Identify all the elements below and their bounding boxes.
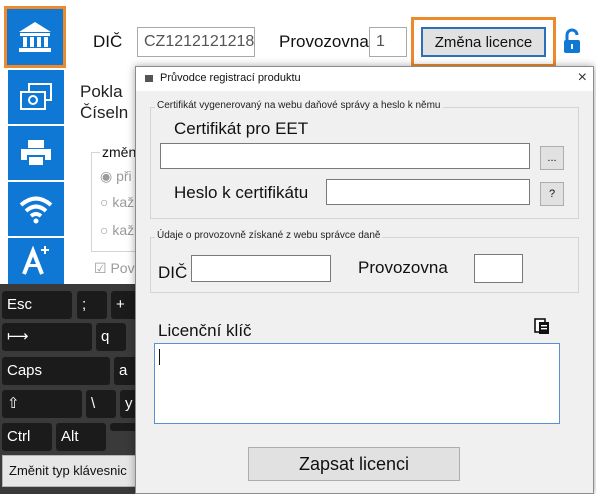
- license-key-textarea[interactable]: [154, 343, 560, 424]
- dialog-title: Průvodce registrací produktu: [160, 72, 301, 84]
- key-backslash[interactable]: \: [86, 390, 116, 418]
- wifi-icon: [19, 194, 53, 224]
- bank-button[interactable]: [4, 6, 66, 68]
- bg-checkbox[interactable]: ☑ Pov: [94, 260, 135, 277]
- key-alt[interactable]: Alt: [56, 423, 106, 451]
- dialog-titlebar: Průvodce registrací produktu ×: [136, 67, 593, 91]
- shift-icon: ⇧: [7, 395, 20, 412]
- cash-register-icon: [19, 82, 53, 112]
- radio-option-1[interactable]: ◉ při: [100, 168, 132, 185]
- certificate-group-legend: Certifikát vygenerovaný na webu daňové s…: [155, 100, 443, 111]
- provozovna-label: Provozovna: [279, 32, 369, 51]
- bg-text-pokladna: Pokla: [80, 82, 123, 101]
- font-size-button[interactable]: [8, 238, 64, 284]
- bg-text-ciselna: Číseln: [80, 103, 129, 122]
- dic-label: DIČ: [93, 32, 123, 51]
- password-label: Heslo k certifikátu: [174, 183, 309, 202]
- change-license-highlight: Změna licence: [411, 17, 556, 67]
- printer-button[interactable]: [8, 126, 64, 180]
- key-caps[interactable]: Caps: [2, 357, 110, 385]
- unlock-icon[interactable]: [562, 28, 582, 59]
- certificate-input[interactable]: [160, 143, 530, 169]
- certificate-label: Certifikát pro EET: [174, 119, 309, 138]
- tab-icon: ⟼: [7, 328, 29, 345]
- cash-register-button[interactable]: [8, 70, 64, 124]
- key-ctrl[interactable]: Ctrl: [2, 423, 52, 451]
- bank-icon: [17, 20, 53, 54]
- dialog-dic-label: DIČ: [158, 263, 188, 282]
- dialog-provozovna-input[interactable]: [474, 254, 523, 283]
- close-icon[interactable]: ×: [578, 69, 587, 87]
- provozovna-field[interactable]: 1: [369, 27, 407, 57]
- radio-option-1-label: při: [116, 168, 132, 184]
- dic-field[interactable]: CZ1212121218: [137, 27, 255, 57]
- radio-option-2-label: kaž: [112, 194, 135, 210]
- dialog-provozovna-label: Provozovna: [358, 258, 448, 277]
- wifi-button[interactable]: [8, 182, 64, 236]
- radio-option-3[interactable]: ○ kaž: [100, 222, 134, 238]
- bg-checkbox-label: Pov: [110, 260, 135, 276]
- key-shift[interactable]: ⇧: [2, 390, 82, 418]
- key-tab[interactable]: ⟼: [2, 323, 92, 351]
- radio-option-3-label: kaž: [112, 222, 135, 238]
- key-q[interactable]: q: [96, 323, 126, 351]
- paste-icon[interactable]: [534, 317, 550, 340]
- provozovna-group-legend: Údaje o provozovně získané z webu správc…: [155, 230, 383, 241]
- registration-dialog: Průvodce registrací produktu × Certifiká…: [135, 66, 594, 494]
- help-button[interactable]: ?: [540, 182, 564, 206]
- bg-group-label: změn: [100, 144, 139, 160]
- printer-icon: [19, 138, 53, 168]
- key-esc[interactable]: Esc: [2, 291, 72, 319]
- app-icon: [145, 75, 153, 82]
- dialog-dic-input[interactable]: [191, 255, 331, 282]
- key-semicolon[interactable]: ;: [77, 291, 107, 319]
- license-key-label: Licenční klíč: [158, 321, 252, 340]
- browse-button[interactable]: ...: [540, 146, 564, 170]
- submit-license-button[interactable]: Zapsat licenci: [248, 447, 460, 481]
- text-cursor: [159, 349, 160, 365]
- radio-option-2[interactable]: ○ kaž: [100, 194, 134, 210]
- font-size-icon: [21, 246, 51, 276]
- change-license-button[interactable]: Změna licence: [421, 27, 546, 57]
- password-input[interactable]: [326, 179, 530, 205]
- change-keyboard-type-button[interactable]: Změnit typ klávesnic: [2, 455, 152, 487]
